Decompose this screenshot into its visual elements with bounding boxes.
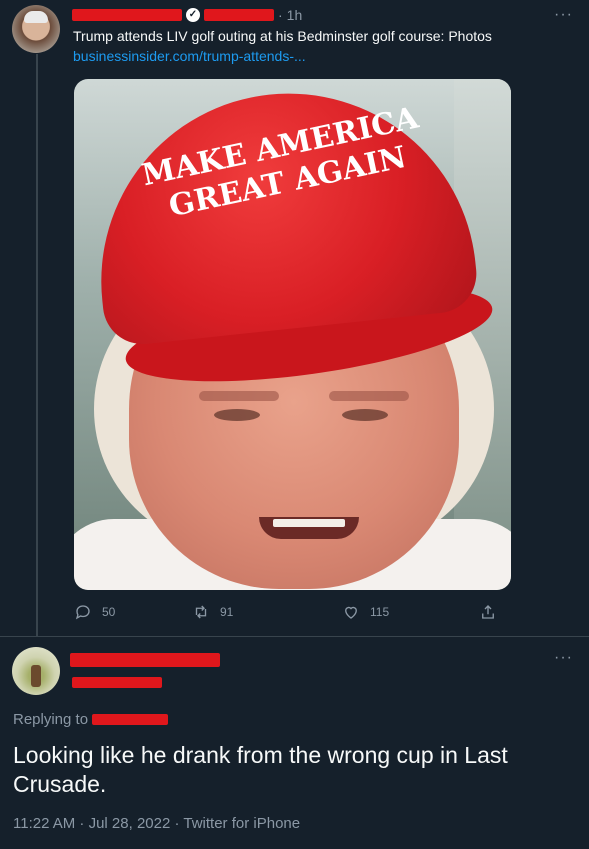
tweet-time[interactable]: 1h: [287, 7, 303, 23]
replying-to-label: Replying to: [13, 711, 89, 728]
reply-text: Looking like he drank from the wrong cup…: [13, 742, 508, 797]
replier-avatar[interactable]: [12, 647, 60, 695]
redacted-mention[interactable]: [92, 714, 169, 725]
verified-badge-icon: ✓: [186, 8, 200, 22]
like-button[interactable]: 115: [342, 603, 389, 621]
retweet-button[interactable]: 91: [192, 603, 233, 621]
redacted-replier-handle: [72, 675, 162, 693]
separator-dot: ·: [278, 7, 283, 23]
reply-timestamp[interactable]: 11:22 AM · Jul 28, 2022 · Twitter for iP…: [13, 815, 300, 832]
reply-icon: [75, 605, 90, 620]
thread-connector-line: [36, 54, 38, 644]
share-icon: [482, 605, 494, 619]
tweet-actions: 50 91 115: [74, 603, 504, 623]
more-options-icon[interactable]: ···: [554, 6, 573, 24]
retweet-icon: [195, 605, 207, 619]
retweet-count: 91: [220, 605, 234, 619]
reply-tweet[interactable]: ··· Replying to Looking like he drank fr…: [0, 636, 589, 849]
share-button[interactable]: [479, 603, 497, 621]
like-count: 115: [370, 605, 390, 619]
replying-to: Replying to: [13, 711, 169, 728]
original-tweet[interactable]: ✓ · 1h ··· Trump attends LIV golf outing…: [0, 0, 589, 644]
tweet-text: Trump attends LIV golf outing at his Bed…: [73, 28, 492, 44]
heart-icon: [345, 606, 357, 619]
author-avatar[interactable]: [12, 5, 60, 53]
redacted-replier-name: [70, 653, 220, 672]
redacted-name: [72, 9, 182, 21]
redacted-handle: [204, 9, 274, 21]
reply-more-options-icon[interactable]: ···: [554, 649, 573, 667]
tweet-link[interactable]: businessinsider.com/trump-attends-...: [73, 48, 306, 64]
reply-count: 50: [102, 605, 116, 619]
tweet-photo[interactable]: MAKE AMERICA GREAT AGAIN: [74, 79, 511, 590]
reply-button[interactable]: 50: [74, 603, 115, 621]
author-header: ✓ · 1h: [72, 6, 302, 24]
